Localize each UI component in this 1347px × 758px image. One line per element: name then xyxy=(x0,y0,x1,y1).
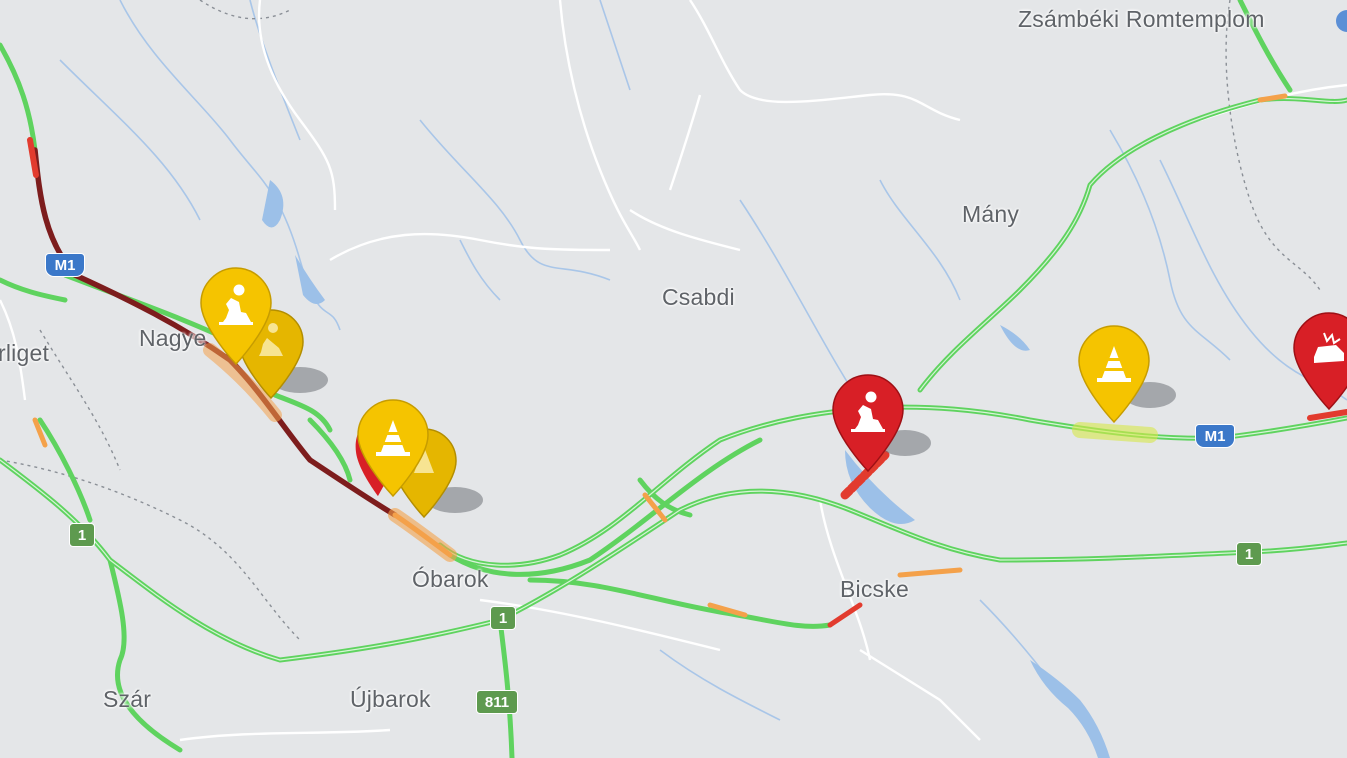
r1-mid-shield: 1 xyxy=(490,606,516,630)
roadworks-nagyegyhaza-1-marker[interactable] xyxy=(199,266,273,366)
place-label-liget[interactable]: rliget xyxy=(0,340,49,367)
cone-obarok-1-marker[interactable] xyxy=(356,398,430,498)
roadworks-bicske-marker[interactable] xyxy=(831,373,905,473)
r811-shield: 811 xyxy=(476,690,518,714)
traffic-map[interactable]: M1 M1 1 1 1 811 Zsámbéki Romtemplom Mány… xyxy=(0,0,1347,758)
place-label-csabdi[interactable]: Csabdi xyxy=(662,284,735,311)
water-pond-3 xyxy=(1000,325,1030,351)
r1-east-shield: 1 xyxy=(1236,542,1262,566)
m1-west-shield: M1 xyxy=(45,253,85,277)
accident-east-marker[interactable] xyxy=(1292,311,1347,411)
m1-east-shield: M1 xyxy=(1195,424,1235,448)
place-label-zsambeki[interactable]: Zsámbéki Romtemplom xyxy=(1018,6,1265,33)
water-pond-4 xyxy=(1030,660,1110,758)
water-pond-1 xyxy=(262,180,284,228)
place-label-nagyegyhaza[interactable]: Nagye xyxy=(139,325,206,352)
place-label-szar[interactable]: Szár xyxy=(103,686,151,713)
place-label-many[interactable]: Mány xyxy=(962,201,1019,228)
cone-many-marker[interactable] xyxy=(1077,324,1151,424)
r1-west-shield: 1 xyxy=(69,523,95,547)
water-pond-2 xyxy=(295,255,325,304)
place-label-ujbarok[interactable]: Újbarok xyxy=(350,686,431,713)
place-label-obarok[interactable]: Óbarok xyxy=(412,566,489,593)
admin-boundaries xyxy=(0,0,1321,641)
place-label-bicske[interactable]: Bicske xyxy=(840,576,909,603)
